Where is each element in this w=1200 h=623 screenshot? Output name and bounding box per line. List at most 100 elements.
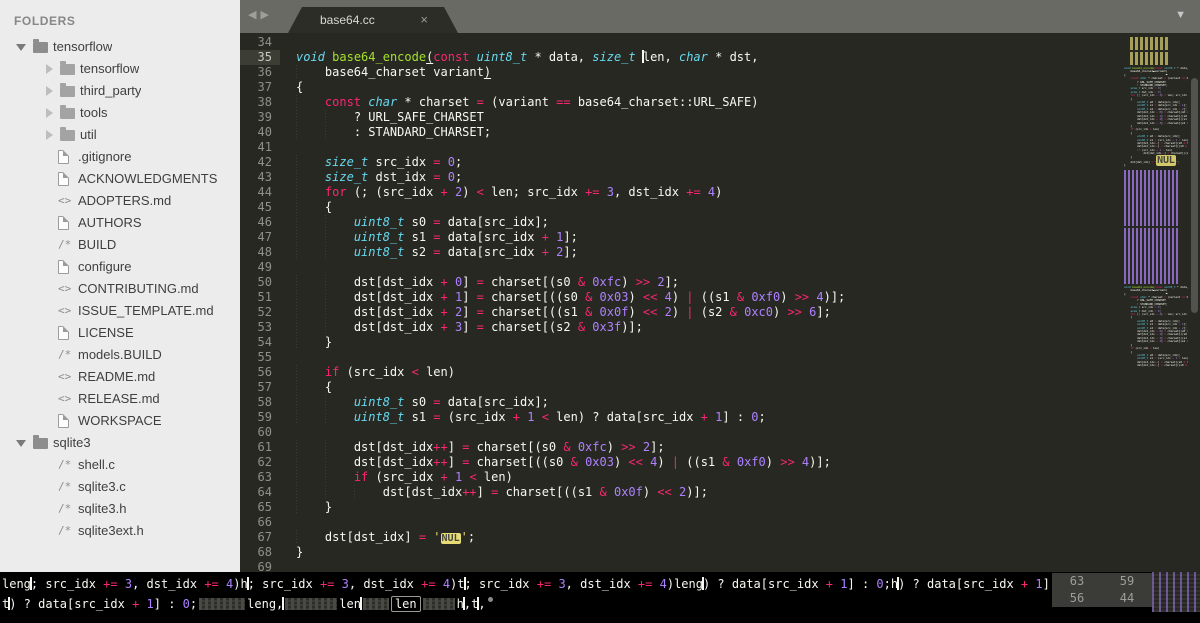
tab-base64cc[interactable]: base64.cc × (288, 7, 458, 33)
line-number[interactable]: 44 (240, 185, 280, 200)
code-line[interactable] (296, 515, 1110, 530)
tree-item-authors[interactable]: AUTHORS (0, 212, 240, 234)
tree-item-readme-md[interactable]: <> README.md (0, 366, 240, 388)
code-line[interactable]: dst[dst_idx + 3] = charset[(s2 & 0x3f)]; (296, 320, 1110, 335)
code-line[interactable]: size_t dst_idx = 0; (296, 170, 1110, 185)
code-line[interactable]: : STANDARD_CHARSET; (296, 125, 1110, 140)
line-number[interactable]: 58 (240, 395, 280, 410)
tree-item-acknowledgments[interactable]: ACKNOWLEDGMENTS (0, 168, 240, 190)
line-number[interactable]: 46 (240, 215, 280, 230)
code-editor[interactable]: 34 35 36 37 38 39 40 41 42 43 44 45 46 47 48 49 50 51 52 53… (240, 33, 1200, 572)
code-line[interactable]: dst[dst_idx] = 'NUL'; (296, 530, 1110, 545)
line-number[interactable]: 34 (240, 35, 280, 50)
code-line[interactable]: } (296, 545, 1110, 560)
line-number[interactable]: 53 (240, 320, 280, 335)
line-number[interactable]: 43 (240, 170, 280, 185)
tree-item-sqlite3-h[interactable]: /* sqlite3.h (0, 498, 240, 520)
collapse-triangle-icon[interactable] (16, 43, 26, 51)
expand-triangle-icon[interactable] (46, 130, 53, 140)
line-number[interactable]: 64 (240, 485, 280, 500)
line-number[interactable]: 61 (240, 440, 280, 455)
code-line[interactable]: uint8_t s0 = data[src_idx]; (296, 395, 1110, 410)
tree-item-workspace[interactable]: WORKSPACE (0, 410, 240, 432)
code-line[interactable]: dst[dst_idx + 0] = charset[(s0 & 0xfc) >… (296, 275, 1110, 290)
line-number[interactable]: 62 (240, 455, 280, 470)
tree-item-configure[interactable]: configure (0, 256, 240, 278)
tree-item-tensorflow[interactable]: tensorflow (0, 36, 240, 58)
code-line[interactable]: const char * charset = (variant == base6… (296, 95, 1110, 110)
line-number[interactable]: 69 (240, 560, 280, 572)
tree-item--gitignore[interactable]: .gitignore (0, 146, 240, 168)
line-number[interactable]: 57 (240, 380, 280, 395)
line-number[interactable]: 56 (240, 365, 280, 380)
code-area[interactable]: void base64_encode(const uint8_t * data,… (296, 35, 1110, 572)
collapse-triangle-icon[interactable] (16, 439, 26, 447)
tree-item-tools[interactable]: tools (0, 102, 240, 124)
tree-item-util[interactable]: util (0, 124, 240, 146)
close-icon[interactable]: × (420, 7, 428, 33)
line-number[interactable]: 36 (240, 65, 280, 80)
vertical-scrollbar[interactable] (1191, 78, 1198, 313)
line-number[interactable]: 45 (240, 200, 280, 215)
line-number[interactable]: 60 (240, 425, 280, 440)
tab-nav-arrows[interactable]: ◀▶ (248, 8, 273, 21)
tab-label[interactable]: base64.cc (320, 7, 375, 33)
tree-item-models-build[interactable]: /* models.BUILD (0, 344, 240, 366)
tree-item-issue-template-md[interactable]: <> ISSUE_TEMPLATE.md (0, 300, 240, 322)
tree-item-shell-c[interactable]: /* shell.c (0, 454, 240, 476)
code-line[interactable]: { (296, 380, 1110, 395)
expand-triangle-icon[interactable] (46, 108, 53, 118)
expand-triangle-icon[interactable] (46, 86, 53, 96)
line-number[interactable]: 47 (240, 230, 280, 245)
tab-overflow-icon[interactable]: ▼ (1175, 9, 1186, 21)
line-number[interactable]: 42 (240, 155, 280, 170)
code-line[interactable] (296, 560, 1110, 572)
code-line[interactable]: if (src_idx + 1 < len) (296, 470, 1110, 485)
code-line[interactable] (296, 140, 1110, 155)
code-line[interactable]: dst[dst_idx + 2] = charset[((s1 & 0x0f) … (296, 305, 1110, 320)
tree-item-build[interactable]: /* BUILD (0, 234, 240, 256)
line-number[interactable]: 41 (240, 140, 280, 155)
line-number[interactable]: 48 (240, 245, 280, 260)
code-line[interactable]: base64_charset variant) (296, 65, 1110, 80)
minimap[interactable]: void base64_encode(const uint8_t * data,… (1124, 35, 1188, 367)
line-number[interactable]: 67 (240, 530, 280, 545)
code-line[interactable]: uint8_t s1 = (src_idx + 1 < len) ? data[… (296, 410, 1110, 425)
tree-item-tensorflow[interactable]: tensorflow (0, 58, 240, 80)
code-line[interactable]: uint8_t s1 = data[src_idx + 1]; (296, 230, 1110, 245)
expand-triangle-icon[interactable] (46, 64, 53, 74)
code-line[interactable]: dst[dst_idx + 1] = charset[((s0 & 0x03) … (296, 290, 1110, 305)
code-line[interactable]: dst[dst_idx++] = charset[((s0 & 0x03) <<… (296, 455, 1110, 470)
line-number[interactable]: 37 (240, 80, 280, 95)
code-line[interactable]: size_t src_idx = 0; (296, 155, 1110, 170)
tree-item-sqlite3-c[interactable]: /* sqlite3.c (0, 476, 240, 498)
tree-item-sqlite3[interactable]: sqlite3 (0, 432, 240, 454)
line-number[interactable]: 38 (240, 95, 280, 110)
code-line[interactable]: uint8_t s2 = data[src_idx + 2]; (296, 245, 1110, 260)
code-line[interactable]: { (296, 80, 1110, 95)
line-number[interactable]: 59 (240, 410, 280, 425)
code-line[interactable]: dst[dst_idx++] = charset[((s1 & 0x0f) <<… (296, 485, 1110, 500)
tree-item-contributing-md[interactable]: <> CONTRIBUTING.md (0, 278, 240, 300)
code-line[interactable] (296, 425, 1110, 440)
line-number[interactable]: 65 (240, 500, 280, 515)
tree-item-release-md[interactable]: <> RELEASE.md (0, 388, 240, 410)
code-line[interactable]: uint8_t s0 = data[src_idx]; (296, 215, 1110, 230)
line-number[interactable]: 63 (240, 470, 280, 485)
code-line[interactable] (296, 35, 1110, 50)
line-number[interactable]: 68 (240, 545, 280, 560)
line-number[interactable]: 55 (240, 350, 280, 365)
line-number[interactable]: 49 (240, 260, 280, 275)
code-line[interactable] (296, 350, 1110, 365)
prev-tab-icon[interactable]: ◀ (248, 9, 260, 21)
code-line[interactable]: ? URL_SAFE_CHARSET (296, 110, 1110, 125)
line-number[interactable]: 66 (240, 515, 280, 530)
tree-item-adopters-md[interactable]: <> ADOPTERS.md (0, 190, 240, 212)
code-line[interactable]: } (296, 335, 1110, 350)
code-line[interactable]: if (src_idx < len) (296, 365, 1110, 380)
code-line[interactable]: { (296, 200, 1110, 215)
line-number-gutter[interactable]: 34 35 36 37 38 39 40 41 42 43 44 45 46 47 48 49 50 51 52 53… (240, 35, 280, 572)
tree-item-sqlite3ext-h[interactable]: /* sqlite3ext.h (0, 520, 240, 542)
code-line[interactable]: } (296, 500, 1110, 515)
line-number[interactable]: 51 (240, 290, 280, 305)
